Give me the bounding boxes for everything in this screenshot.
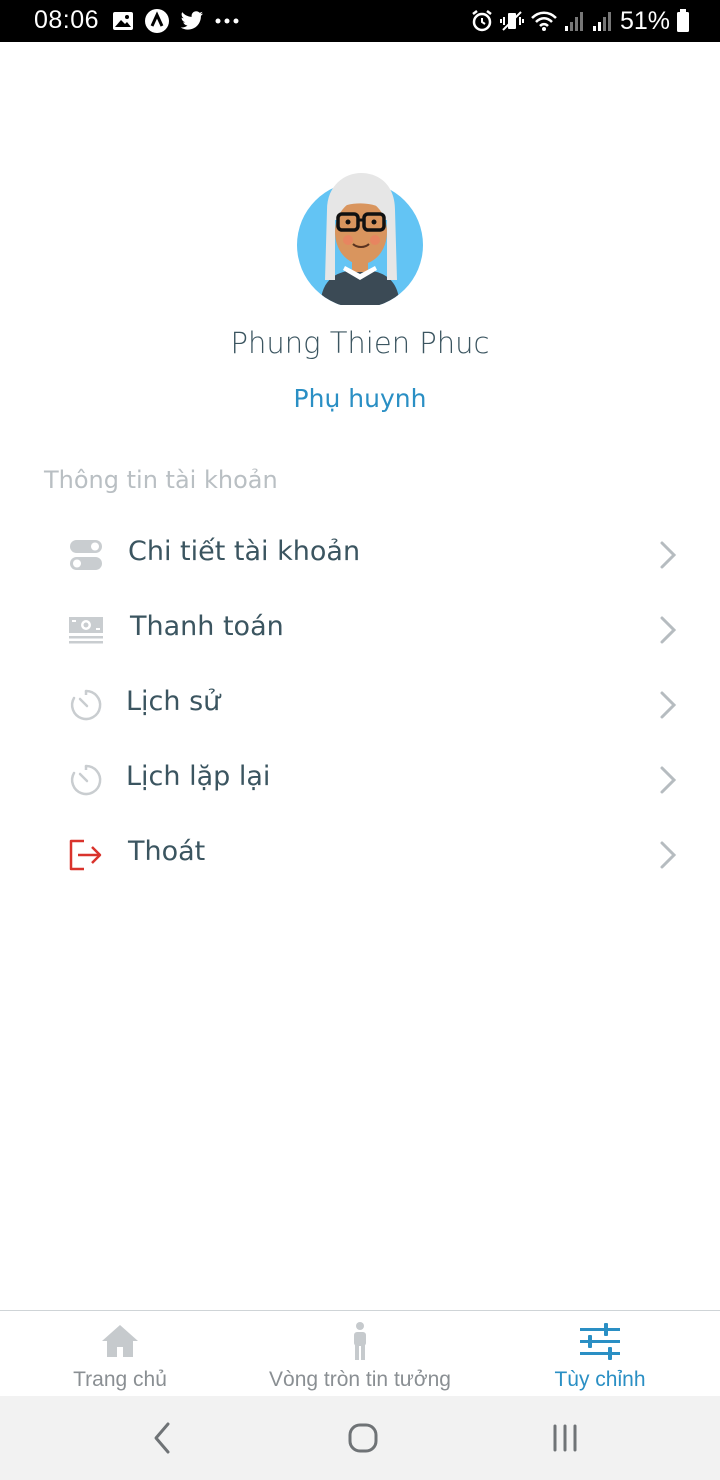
menu-item-payment[interactable]: Thanh toán (0, 592, 720, 667)
system-nav-bar (0, 1396, 720, 1480)
alarm-icon (470, 9, 494, 33)
money-icon (66, 610, 106, 650)
more-icon (214, 16, 240, 26)
home-icon (98, 1321, 142, 1361)
battery-percent: 51% (619, 6, 670, 35)
profile-name: Phung Thien Phuc (230, 326, 490, 360)
account-menu: Chi tiết tài khoản Thanh toán Lịch sử Lị… (0, 517, 720, 892)
signal-icon (564, 10, 586, 32)
tab-settings[interactable]: Tùy chỉnh (500, 1311, 700, 1397)
toggle-icon (66, 535, 106, 575)
twitter-icon (180, 11, 204, 31)
chevron-right-icon (656, 689, 680, 721)
menu-item-history[interactable]: Lịch sử (0, 667, 720, 742)
bottom-tab-bar: Trang chủ Vòng tròn tin tưởng Tùy chỉnh (0, 1310, 720, 1396)
chevron-right-icon (656, 539, 680, 571)
menu-item-label: Chi tiết tài khoản (128, 536, 361, 567)
menu-item-label: Lịch sử (126, 686, 221, 717)
vibrate-icon (499, 9, 524, 33)
chevron-right-icon (656, 614, 680, 646)
timer-icon (66, 685, 106, 725)
timer-icon (66, 760, 106, 800)
menu-item-recurring[interactable]: Lịch lặp lại (0, 742, 720, 817)
tab-trust-circle[interactable]: Vòng tròn tin tưởng (240, 1311, 480, 1397)
chevron-right-icon (656, 839, 680, 871)
tab-label: Trang chủ (73, 1368, 167, 1391)
avatar[interactable] (295, 170, 425, 308)
wifi-icon (530, 9, 558, 33)
recent-apps-icon[interactable] (540, 1418, 590, 1458)
app-icon (144, 8, 170, 34)
image-icon (112, 11, 134, 31)
sliders-icon (578, 1321, 622, 1361)
menu-item-account-details[interactable]: Chi tiết tài khoản (0, 517, 720, 592)
section-title: Thông tin tài khoản (44, 466, 278, 494)
status-time: 08:06 (34, 6, 100, 34)
chevron-right-icon (656, 764, 680, 796)
tab-label: Tùy chỉnh (554, 1368, 646, 1391)
back-icon[interactable] (137, 1418, 187, 1458)
menu-item-label: Thanh toán (130, 611, 284, 642)
signal-icon (592, 10, 614, 32)
tab-home[interactable]: Trang chủ (20, 1311, 220, 1397)
battery-icon (676, 9, 690, 33)
person-icon (338, 1321, 382, 1361)
menu-item-label: Lịch lặp lại (126, 761, 271, 792)
menu-item-logout[interactable]: Thoát (0, 817, 720, 892)
menu-item-label: Thoát (128, 836, 206, 867)
tab-label: Vòng tròn tin tưởng (269, 1368, 451, 1391)
profile-role: Phụ huynh (293, 384, 427, 413)
logout-icon (66, 835, 106, 875)
home-circle-icon[interactable] (338, 1418, 388, 1458)
status-bar: 08:06 51% (0, 0, 720, 42)
